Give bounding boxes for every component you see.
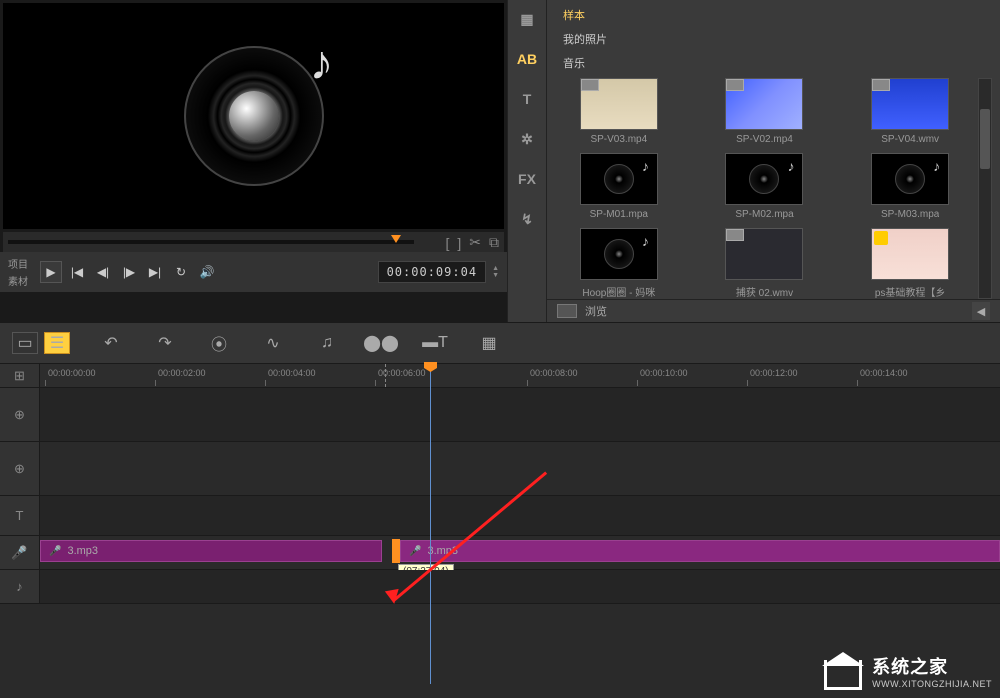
timeline-view-button[interactable]: ☰ [44,332,70,354]
clip-split-handle[interactable] [392,539,400,563]
thumb-item[interactable]: ♪SP-M02.mpa [701,153,829,220]
music-track[interactable] [40,570,1000,603]
time-ruler[interactable]: 00:00:00:00 00:00:02:00 00:00:04:00 00:0… [40,364,1000,387]
tree-my-photos[interactable]: 我的照片 [557,29,990,49]
path-tool-icon[interactable]: ↯ [513,208,541,230]
expand-icon[interactable]: ⧉ [489,234,499,251]
chapters-button[interactable]: ⬤⬤ [368,332,394,354]
mark-out-icon[interactable]: ] [457,235,461,251]
audio-artwork: ♪ [184,46,324,186]
cut-icon[interactable]: ✂ [469,234,481,251]
voice-track-icon[interactable]: 🎤 [0,536,40,569]
transition-tool-icon[interactable]: AB [513,48,541,70]
browse-icon[interactable] [557,304,577,318]
tree-sample[interactable]: 样本 [557,5,990,25]
preview-panel: ♪ [ ] ✂ ⧉ 项目 素材 ▶ |◀ ◀| |▶ ▶| ↻ 🔊 [0,0,507,322]
go-start-button[interactable]: |◀ [66,261,88,283]
library-panel: 样本 我的照片 音乐 SP-V03.mp4 SP-V02.mp4 SP-V04.… [547,0,1000,322]
title-tool-icon[interactable]: T [513,88,541,110]
transport-controls: 项目 素材 ▶ |◀ ◀| |▶ ▶| ↻ 🔊 00:00:09:04 ▲▼ [0,252,507,292]
subtitle-button[interactable]: ▬T [422,332,448,354]
watermark-logo-icon [824,652,866,690]
repeat-button[interactable]: ↻ [170,261,192,283]
video-track-icon[interactable]: ⊕ [0,388,40,441]
graphics-tool-icon[interactable]: ✲ [513,128,541,150]
title-track-icon[interactable]: T [0,496,40,535]
preview-viewport: ♪ [3,3,504,229]
thumb-item[interactable]: SP-V02.mp4 [701,78,829,145]
tc-up[interactable]: ▲ [492,265,499,272]
title-track[interactable] [40,496,1000,535]
redo-button[interactable]: ↷ [152,332,178,354]
undo-button[interactable]: ↶ [98,332,124,354]
timeline-playhead[interactable] [430,364,431,684]
scrub-marker[interactable] [391,235,401,243]
scroll-left-button[interactable]: ◀ [972,302,990,320]
track-manager-button[interactable]: ▦ [476,332,502,354]
volume-button[interactable]: 🔊 [196,261,218,283]
browse-label[interactable]: 浏览 [585,303,607,319]
audio-clip-right[interactable]: 🎤3.mp3 [400,540,1000,562]
tree-music[interactable]: 音乐 [557,53,990,73]
timeline: ⊞ 00:00:00:00 00:00:02:00 00:00:04:00 00… [0,364,1000,604]
prev-frame-button[interactable]: ◀| [92,261,114,283]
thumbnail-grid: SP-V03.mp4 SP-V02.mp4 SP-V04.wmv ♪SP-M01… [555,78,974,299]
tc-down[interactable]: ▼ [492,272,499,279]
thumb-item[interactable]: ps基础教程【乡 [846,228,974,299]
thumb-item[interactable]: SP-V03.mp4 [555,78,683,145]
library-footer: 浏览 ◀ [547,299,1000,322]
thumb-item[interactable]: ♪SP-M01.mpa [555,153,683,220]
record-button[interactable]: ⦿ [206,332,232,354]
timeline-toolbar: ▭ ☰ ↶ ↷ ⦿ ∿ ♫ ⬤⬤ ▬T ▦ [0,322,1000,364]
voice-track[interactable]: 🎤3.mp3 🎤3.mp3 (07:27:04) [40,536,1000,569]
auto-music-button[interactable]: ♫ [314,332,340,354]
thumb-item[interactable]: ♪SP-M03.mpa [846,153,974,220]
media-tool-icon[interactable]: ▦ [513,8,541,30]
thumb-item[interactable]: ♪Hoop圈圈 - 妈咪 [555,228,683,299]
scrub-bar[interactable]: [ ] ✂ ⧉ [3,232,504,252]
go-end-button[interactable]: ▶| [144,261,166,283]
thumb-item[interactable]: 捕获 02.wmv [701,228,829,299]
overlay-track-icon[interactable]: ⊕ [0,442,40,495]
mode-project-label[interactable]: 项目 [8,256,28,271]
audio-clip-left[interactable]: 🎤3.mp3 [40,540,382,562]
thumb-item[interactable]: SP-V04.wmv [846,78,974,145]
watermark: 系统之家 WWW.XITONGZHIJIA.NET [824,652,992,690]
mark-in-icon[interactable]: [ [445,235,449,251]
library-tree: 样本 我的照片 音乐 [547,0,1000,78]
mode-clip-label[interactable]: 素材 [8,273,28,288]
filter-tool-icon[interactable]: FX [513,168,541,190]
next-frame-button[interactable]: |▶ [118,261,140,283]
play-button[interactable]: ▶ [40,261,62,283]
video-track-1[interactable] [40,388,1000,441]
audio-mixer-button[interactable]: ∿ [260,332,286,354]
music-note-icon: ♪ [310,36,334,91]
timecode-display[interactable]: 00:00:09:04 [378,261,486,283]
ruler-head[interactable]: ⊞ [0,364,40,387]
overlay-track[interactable] [40,442,1000,495]
cut-indicator [385,364,386,387]
clip-audio-icon: 🎤 [409,546,421,557]
storyboard-view-button[interactable]: ▭ [12,332,38,354]
clip-audio-icon: 🎤 [49,546,61,557]
music-track-icon[interactable]: ♪ [0,570,40,603]
tool-column: ▦ AB T ✲ FX ↯ [507,0,547,322]
library-scrollbar[interactable] [978,78,992,299]
